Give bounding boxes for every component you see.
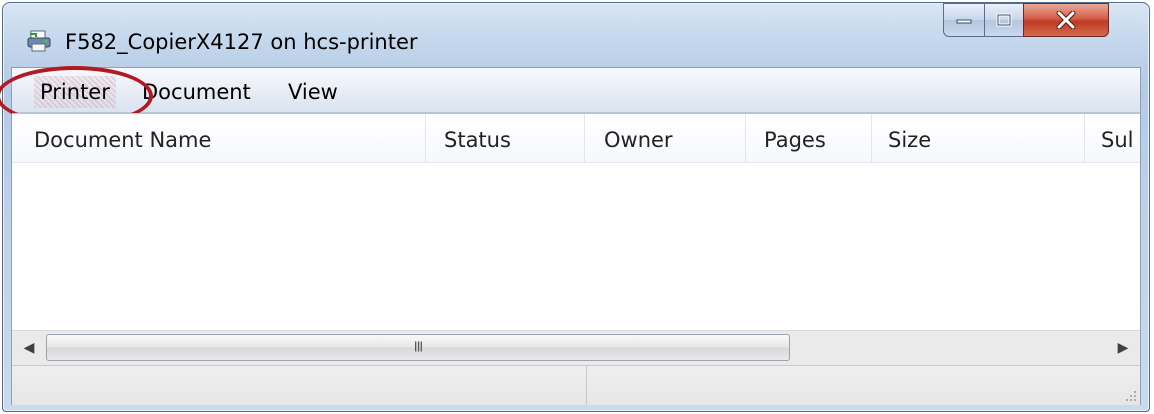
printer-icon[interactable] (27, 30, 51, 52)
column-divider[interactable] (745, 114, 746, 162)
menu-bar: Printer Document View (0, 66, 1140, 126)
title-bar[interactable]: F582_CopierX4127 on hcs-printer (3, 3, 1149, 65)
status-bar (12, 365, 1140, 405)
scroll-right-button[interactable]: ▶ (1106, 331, 1140, 365)
column-owner[interactable]: Owner (604, 128, 673, 152)
minimize-icon (956, 19, 972, 24)
column-document-name[interactable]: Document Name (34, 128, 211, 152)
resize-grip-icon[interactable] (1123, 388, 1137, 402)
column-pages[interactable]: Pages (764, 128, 826, 152)
print-queue-list[interactable]: Document Name Status Owner Pages Size Su… (12, 113, 1140, 357)
scroll-left-button[interactable]: ◀ (12, 331, 46, 365)
menu-printer[interactable]: Printer (34, 76, 116, 108)
minimize-button[interactable] (943, 3, 985, 37)
close-icon (1056, 11, 1076, 29)
column-divider[interactable] (425, 114, 426, 162)
scrollbar-thumb[interactable]: III (46, 334, 790, 361)
print-queue-window: F582_CopierX4127 on hcs-printer Printer … (0, 2, 1150, 412)
column-size[interactable]: Size (888, 128, 931, 152)
column-divider[interactable] (584, 114, 585, 162)
status-pane-left (12, 366, 587, 405)
menu-document[interactable]: Document (142, 80, 251, 104)
horizontal-scrollbar[interactable]: ◀ III ▶ (12, 330, 1140, 365)
menu-view[interactable]: View (288, 80, 338, 104)
window-title: F582_CopierX4127 on hcs-printer (65, 30, 418, 54)
close-button[interactable] (1023, 3, 1109, 37)
column-status[interactable]: Status (444, 128, 511, 152)
client-area: Printer Document View Document Name Stat… (0, 66, 1141, 405)
scroll-right-icon: ▶ (1117, 340, 1129, 356)
scrollbar-grip-icon: III (413, 340, 423, 355)
status-pane-right (587, 366, 1140, 405)
column-divider[interactable] (1084, 114, 1085, 162)
scroll-left-icon: ◀ (23, 340, 35, 356)
maximize-button[interactable] (984, 3, 1024, 37)
maximize-icon (996, 13, 1012, 27)
column-divider[interactable] (871, 114, 872, 162)
list-header: Document Name Status Owner Pages Size Su… (12, 114, 1140, 163)
column-submitted[interactable]: Sul (1101, 128, 1133, 152)
